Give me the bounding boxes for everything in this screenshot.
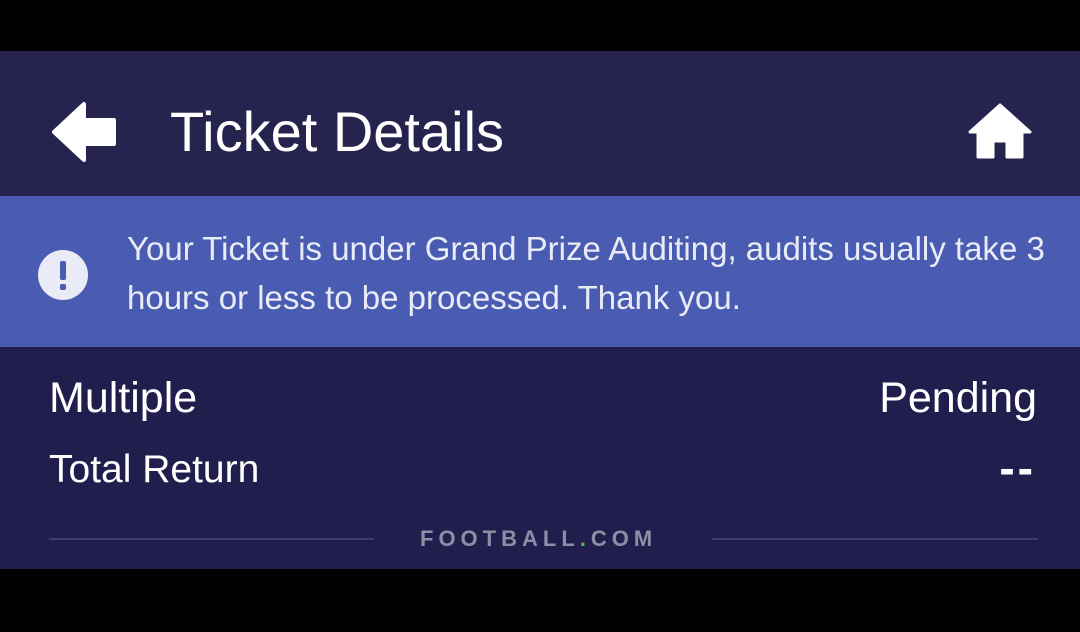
brand-text: COM [590, 526, 658, 551]
ticket-status: Pending [879, 374, 1037, 422]
brand-text: FOOTBALL [420, 526, 580, 551]
home-icon [968, 103, 1032, 159]
bottom-area [0, 569, 1080, 632]
brand-dot: . [579, 526, 591, 551]
page-title: Ticket Details [170, 100, 505, 163]
total-return-value: -- [999, 442, 1036, 494]
home-button[interactable] [968, 101, 1032, 161]
app-header: Ticket Details [0, 51, 1080, 196]
bet-type-label: Multiple [49, 374, 198, 422]
arrow-left-icon [52, 102, 116, 162]
audit-notice-text: Your Ticket is under Grand Prize Auditin… [127, 230, 1045, 316]
divider [49, 538, 374, 540]
divider [712, 538, 1038, 540]
audit-notice-banner: Your Ticket is under Grand Prize Auditin… [0, 196, 1080, 347]
status-bar-area [0, 0, 1080, 51]
ticket-summary: Multiple Pending Total Return -- FOOTBAL… [0, 347, 1080, 569]
back-button[interactable] [52, 101, 120, 163]
total-return-label: Total Return [49, 448, 260, 491]
brand-logo: FOOTBALL.COM [420, 526, 665, 552]
exclamation-circle-icon [38, 250, 88, 300]
